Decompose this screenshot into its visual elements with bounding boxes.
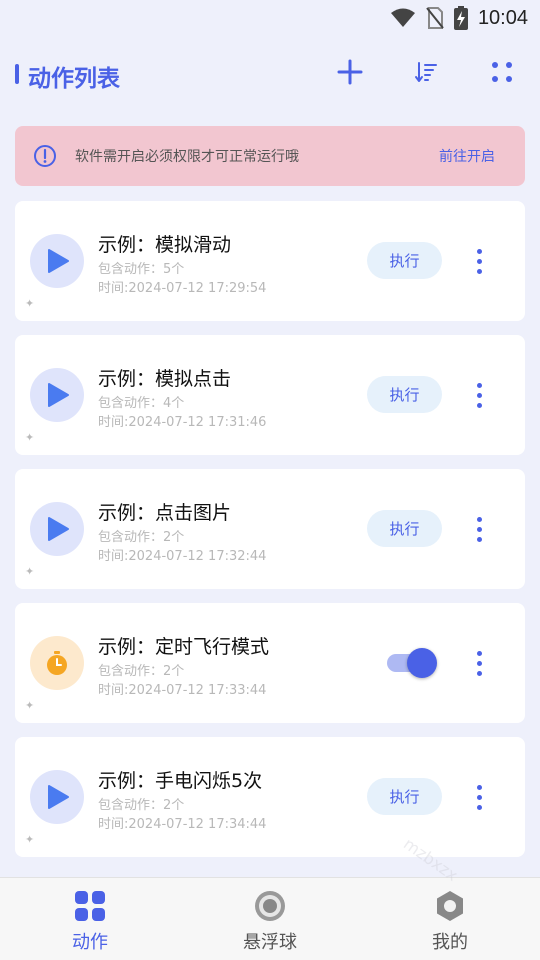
toggle-knob [407,648,437,678]
action-name: 示例：定时飞行模式 [98,636,270,658]
permission-message: 软件需开启必须权限才可正常运行哦 [75,149,299,165]
action-card[interactable]: 示例：模拟滑动 包含动作：5个 时间:2024-07-12 17:29:54 ✦… [15,201,525,321]
action-name: 示例：模拟点击 [98,368,232,390]
action-name: 示例：点击图片 [98,502,232,524]
nav-label: 悬浮球 [243,932,297,953]
action-time: 时间:2024-07-12 17:34:44 [98,817,267,832]
action-name: 示例：手电闪烁5次 [98,770,263,792]
nav-tab-profile[interactable]: 我的 [360,878,540,960]
warning-circle-icon [33,144,57,172]
play-button[interactable] [30,234,84,288]
floating-ball-icon [254,890,286,922]
more-options-button[interactable] [467,377,491,413]
page-title: 动作列表 [28,66,120,92]
add-button[interactable] [334,58,366,90]
nav-tab-actions[interactable]: 动作 [0,878,180,960]
play-button[interactable] [30,502,84,556]
action-card[interactable]: 示例：定时飞行模式 包含动作：2个 时间:2024-07-12 17:33:44… [15,603,525,723]
title-accent-bar [15,64,19,84]
pin-icon: ✦ [25,431,35,444]
more-options-button[interactable] [467,511,491,547]
grid-icon [491,61,513,87]
pin-icon: ✦ [25,297,35,310]
action-count: 包含动作：4个 [98,396,185,411]
hexagon-profile-icon [434,890,466,922]
more-options-button[interactable] [467,779,491,815]
enable-permission-link[interactable]: 前往开启 [439,146,495,166]
pin-icon: ✦ [25,699,35,712]
play-button[interactable] [30,368,84,422]
action-time: 时间:2024-07-12 17:32:44 [98,549,267,564]
action-name: 示例：模拟滑动 [98,234,232,256]
grid-menu-button[interactable] [486,58,518,90]
enable-toggle[interactable] [387,647,439,679]
action-time: 时间:2024-07-12 17:31:46 [98,415,267,430]
play-button[interactable] [30,770,84,824]
bottom-navigation: 动作 悬浮球 我的 [0,877,540,960]
action-card[interactable]: 示例：手电闪烁5次 包含动作：2个 时间:2024-07-12 17:34:44… [15,737,525,857]
action-card[interactable]: 示例：模拟点击 包含动作：4个 时间:2024-07-12 17:31:46 ✦… [15,335,525,455]
run-button[interactable]: 执行 [367,778,442,815]
app-header: 动作列表 [0,50,540,98]
action-count: 包含动作：2个 [98,798,185,813]
timer-button[interactable] [30,636,84,690]
action-time: 时间:2024-07-12 17:33:44 [98,683,267,698]
status-bar: 10:04 [0,0,540,36]
play-icon [48,383,69,407]
nav-tab-floating-ball[interactable]: 悬浮球 [180,878,360,960]
play-icon [48,517,69,541]
run-button[interactable]: 执行 [367,510,442,547]
play-icon [48,785,69,809]
pin-icon: ✦ [25,833,35,846]
action-count: 包含动作：5个 [98,262,185,277]
status-time: 10:04 [477,6,528,29]
no-sim-icon [426,7,444,29]
four-squares-icon [74,890,106,922]
more-options-button[interactable] [467,243,491,279]
timer-icon [47,651,67,675]
action-card[interactable]: 示例：点击图片 包含动作：2个 时间:2024-07-12 17:32:44 ✦… [15,469,525,589]
action-count: 包含动作：2个 [98,530,185,545]
action-count: 包含动作：2个 [98,664,185,679]
run-button[interactable]: 执行 [367,376,442,413]
permission-banner: 软件需开启必须权限才可正常运行哦 前往开启 [15,126,525,186]
pin-icon: ✦ [25,565,35,578]
run-button[interactable]: 执行 [367,242,442,279]
battery-charging-icon [453,6,468,30]
wifi-icon [390,8,416,28]
nav-label: 动作 [72,932,108,953]
nav-label: 我的 [432,932,468,953]
action-time: 时间:2024-07-12 17:29:54 [98,281,267,296]
more-options-button[interactable] [467,645,491,681]
play-icon [48,249,69,273]
sort-icon [414,60,438,88]
sort-button[interactable] [410,58,442,90]
add-icon [337,59,363,89]
